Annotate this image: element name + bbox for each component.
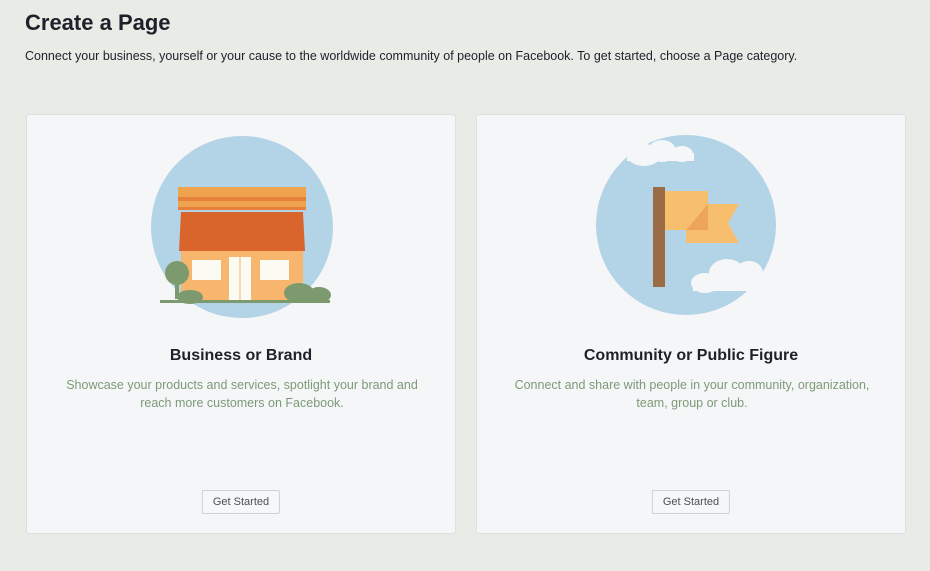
page-subtitle: Connect your business, yourself or your … <box>25 49 798 63</box>
community-public-figure-card[interactable]: Community or Public Figure Connect and s… <box>476 114 906 534</box>
card-description: Showcase your products and services, spo… <box>66 378 418 410</box>
flag-icon <box>596 135 776 315</box>
get-started-button[interactable]: Get Started <box>201 490 281 514</box>
page-title: Create a Page <box>25 10 171 35</box>
card-title: Business or Brand <box>169 347 313 364</box>
get-started-button[interactable]: Get Started <box>651 490 731 514</box>
card-description: Connect and share with people in your co… <box>514 378 870 410</box>
storefront-icon <box>151 136 333 318</box>
business-brand-card[interactable]: Business or Brand Showcase your products… <box>26 114 456 534</box>
card-title: Community or Public Figure <box>583 347 799 364</box>
